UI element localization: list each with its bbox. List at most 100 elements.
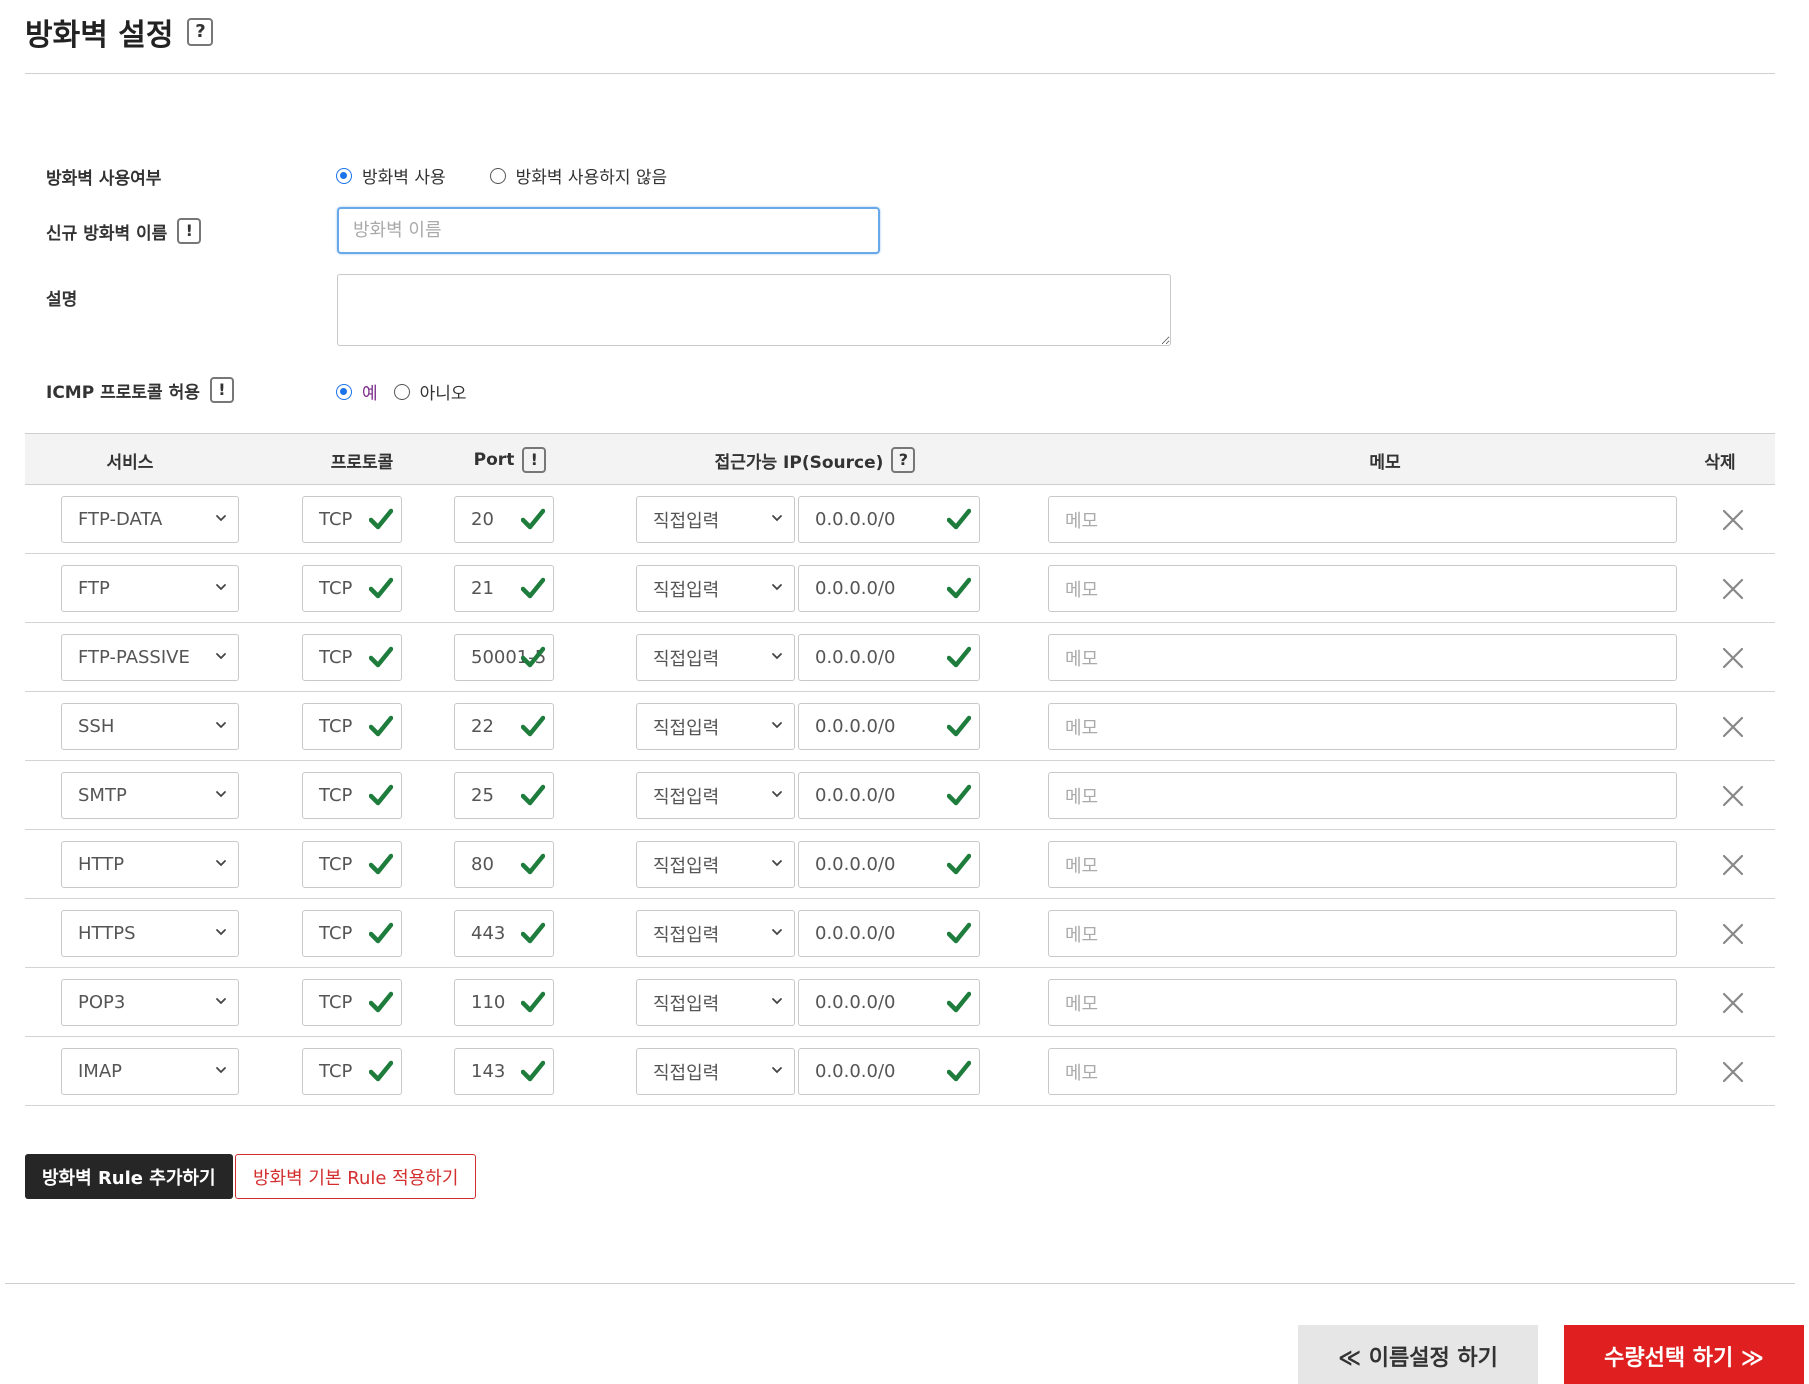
service-select[interactable]: IMAP	[61, 1048, 239, 1095]
memo-input[interactable]: 메모	[1048, 841, 1677, 888]
protocol-field[interactable]: TCP	[302, 1048, 402, 1095]
service-select[interactable]: HTTP	[61, 841, 239, 888]
protocol-value: TCP	[319, 992, 353, 1013]
port-value: 20	[471, 509, 494, 530]
check-icon	[369, 922, 393, 944]
source-ip-field[interactable]: 0.0.0.0/0	[798, 496, 980, 543]
source-ip-field[interactable]: 0.0.0.0/0	[798, 565, 980, 612]
service-select[interactable]: FTP	[61, 565, 239, 612]
protocol-field[interactable]: TCP	[302, 841, 402, 888]
radio-icmp-yes-label: 예	[362, 384, 378, 404]
source-type-select[interactable]: 직접입력	[636, 772, 795, 819]
close-icon[interactable]	[1720, 783, 1746, 809]
protocol-field[interactable]: TCP	[302, 634, 402, 681]
protocol-field[interactable]: TCP	[302, 910, 402, 957]
chevron-down-icon	[772, 1067, 782, 1074]
radio-use-firewall[interactable]: 방화벽 사용	[336, 163, 446, 188]
close-icon[interactable]	[1720, 1059, 1746, 1085]
add-rule-button[interactable]: 방화벽 Rule 추가하기	[25, 1154, 233, 1199]
help-icon[interactable]: ?	[891, 447, 916, 473]
port-field[interactable]: 20	[454, 496, 554, 543]
service-select[interactable]: POP3	[61, 979, 239, 1026]
protocol-value: TCP	[319, 578, 353, 599]
service-select[interactable]: FTP-PASSIVE	[61, 634, 239, 681]
close-icon[interactable]	[1720, 645, 1746, 671]
close-icon[interactable]	[1720, 921, 1746, 947]
chevron-down-icon	[772, 722, 782, 729]
check-icon	[521, 922, 545, 944]
apply-default-rule-button[interactable]: 방화벽 기본 Rule 적용하기	[235, 1154, 477, 1199]
check-icon	[947, 991, 971, 1013]
source-type-select[interactable]: 직접입력	[636, 565, 795, 612]
source-ip-field[interactable]: 0.0.0.0/0	[798, 1048, 980, 1095]
help-icon[interactable]: ?	[187, 18, 214, 46]
protocol-field[interactable]: TCP	[302, 496, 402, 543]
port-field[interactable]: 21	[454, 565, 554, 612]
port-field[interactable]: 143	[454, 1048, 554, 1095]
table-row: HTTP TCP 80 직접입력 0.0.0.0/0 메모	[25, 830, 1775, 899]
source-ip-field[interactable]: 0.0.0.0/0	[798, 841, 980, 888]
close-icon[interactable]	[1720, 507, 1746, 533]
service-select[interactable]: FTP-DATA	[61, 496, 239, 543]
protocol-value: TCP	[319, 647, 353, 668]
memo-input[interactable]: 메모	[1048, 979, 1677, 1026]
radio-no-firewall[interactable]: 방화벽 사용하지 않음	[489, 163, 667, 188]
description-textarea[interactable]	[337, 274, 1171, 346]
close-icon[interactable]	[1720, 852, 1746, 878]
protocol-field[interactable]: TCP	[302, 565, 402, 612]
source-ip-field[interactable]: 0.0.0.0/0	[798, 634, 980, 681]
memo-input[interactable]: 메모	[1048, 703, 1677, 750]
service-select[interactable]: HTTPS	[61, 910, 239, 957]
radio-icmp-no[interactable]: 아니오	[393, 379, 467, 404]
source-ip-value: 0.0.0.0/0	[815, 923, 896, 944]
memo-input[interactable]: 메모	[1048, 634, 1677, 681]
memo-input[interactable]: 메모	[1048, 1048, 1677, 1095]
source-ip-field[interactable]: 0.0.0.0/0	[798, 910, 980, 957]
check-icon	[521, 784, 545, 806]
radio-icmp-yes[interactable]: 예	[336, 379, 378, 404]
close-icon[interactable]	[1720, 714, 1746, 740]
memo-input[interactable]: 메모	[1048, 772, 1677, 819]
source-type-value: 직접입력	[653, 924, 720, 946]
radio-icmp-no-circle[interactable]	[393, 383, 410, 400]
protocol-field[interactable]: TCP	[302, 979, 402, 1026]
memo-input[interactable]: 메모	[1048, 565, 1677, 612]
radio-icmp-yes-circle[interactable]	[336, 383, 352, 400]
service-select[interactable]: SSH	[61, 703, 239, 750]
radio-no-firewall-circle[interactable]	[489, 167, 506, 184]
check-icon	[947, 646, 971, 668]
memo-input[interactable]: 메모	[1048, 496, 1677, 543]
check-icon	[521, 853, 545, 875]
source-type-select[interactable]: 직접입력	[636, 1048, 795, 1095]
service-select[interactable]: SMTP	[61, 772, 239, 819]
protocol-field[interactable]: TCP	[302, 772, 402, 819]
firewall-name-input[interactable]	[337, 207, 880, 254]
close-icon[interactable]	[1720, 990, 1746, 1016]
port-field[interactable]: 80	[454, 841, 554, 888]
port-field[interactable]: 22	[454, 703, 554, 750]
info-icon[interactable]: !	[177, 218, 202, 244]
source-type-select[interactable]: 직접입력	[636, 496, 795, 543]
source-type-select[interactable]: 직접입력	[636, 703, 795, 750]
port-field[interactable]: 25	[454, 772, 554, 819]
source-type-select[interactable]: 직접입력	[636, 910, 795, 957]
memo-input[interactable]: 메모	[1048, 910, 1677, 957]
source-type-select[interactable]: 직접입력	[636, 634, 795, 681]
source-ip-field[interactable]: 0.0.0.0/0	[798, 703, 980, 750]
next-step-button[interactable]: 수량선택 하기 ≫	[1564, 1325, 1804, 1384]
prev-step-button[interactable]: ≪ 이름설정 하기	[1298, 1325, 1538, 1384]
source-ip-field[interactable]: 0.0.0.0/0	[798, 772, 980, 819]
info-icon[interactable]: !	[209, 377, 234, 403]
close-icon[interactable]	[1720, 576, 1746, 602]
radio-use-firewall-circle[interactable]	[336, 167, 352, 184]
info-icon[interactable]: !	[522, 447, 547, 473]
source-type-select[interactable]: 직접입력	[636, 979, 795, 1026]
port-field[interactable]: 443	[454, 910, 554, 957]
source-ip-field[interactable]: 0.0.0.0/0	[798, 979, 980, 1026]
port-field[interactable]: 50001-5	[454, 634, 554, 681]
protocol-field[interactable]: TCP	[302, 703, 402, 750]
port-field[interactable]: 110	[454, 979, 554, 1026]
source-type-select[interactable]: 직접입력	[636, 841, 795, 888]
service-value: FTP-DATA	[78, 509, 163, 530]
check-icon	[947, 922, 971, 944]
